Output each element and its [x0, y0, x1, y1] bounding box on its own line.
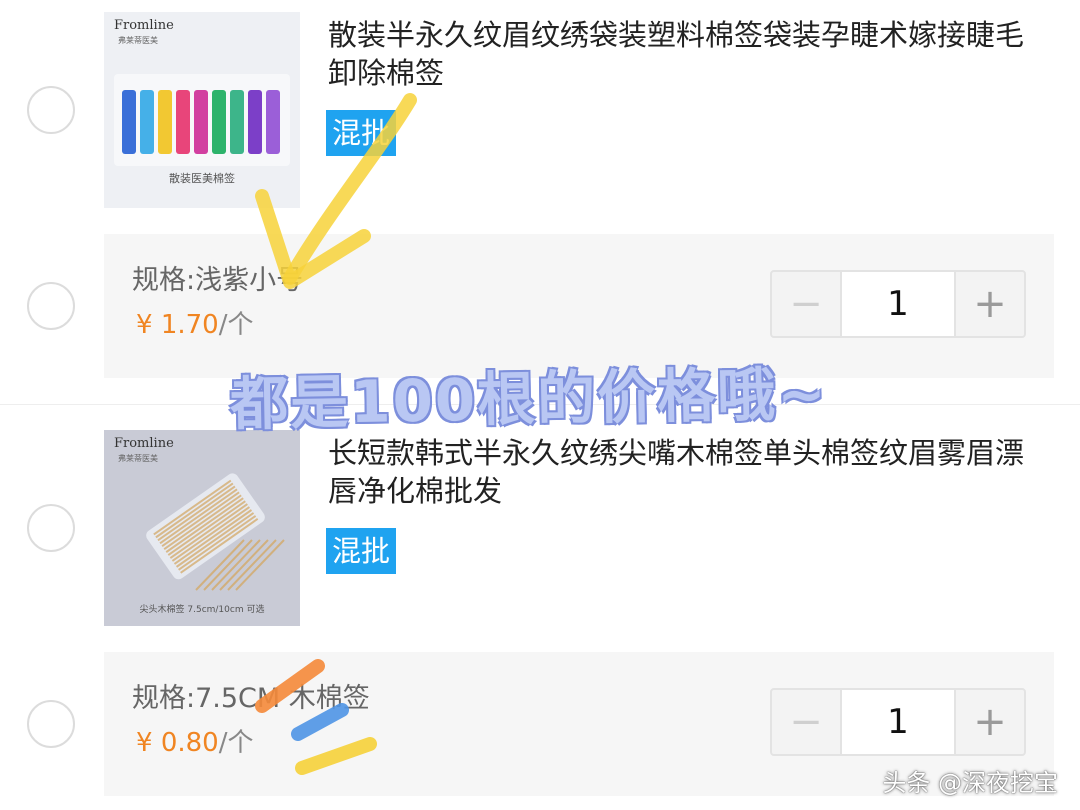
- product-1-title[interactable]: 散装半永久纹眉纹绣袋装塑料棉签袋装孕睫术嫁接睫毛卸除棉签: [328, 16, 1048, 92]
- select-spec-2-radio[interactable]: [27, 700, 75, 748]
- swab-bundle: [158, 90, 172, 154]
- unit-price: ¥ 0.80/个: [136, 722, 253, 759]
- thumb-caption: 散装医美棉签: [169, 172, 235, 185]
- quantity-stepper: − 1 +: [770, 688, 1026, 756]
- swab-bundle: [230, 90, 244, 154]
- swab-bundle: [212, 90, 226, 154]
- spec-label[interactable]: 规格:浅紫小号: [132, 258, 303, 297]
- price-unit: /个: [218, 728, 254, 758]
- thumb-caption: 尖头木棉签 7.5cm/10cm 可选: [139, 605, 265, 615]
- decrease-quantity-button[interactable]: −: [772, 690, 840, 754]
- product-2-title[interactable]: 长短款韩式半永久纹绣尖嘴木棉签单头棉签纹眉雾眉漂唇净化棉批发: [328, 434, 1048, 510]
- swab-bundle: [248, 90, 262, 154]
- price-symbol: ¥: [136, 310, 153, 340]
- increase-quantity-button[interactable]: +: [956, 690, 1024, 754]
- quantity-input[interactable]: 1: [840, 272, 956, 336]
- product-2-thumbnail[interactable]: Fromline 弗莱蒂医美 尖头木棉签 7.5cm/10cm 可选: [104, 430, 300, 626]
- swab-bundle: [122, 90, 136, 154]
- select-spec-1-radio[interactable]: [27, 282, 75, 330]
- price-value: 1.70: [160, 310, 219, 340]
- quantity-stepper: − 1 +: [770, 270, 1026, 338]
- watermark: 头条 @深夜挖宝: [882, 769, 1058, 797]
- price-symbol: ¥: [136, 728, 153, 758]
- increase-quantity-button[interactable]: +: [956, 272, 1024, 336]
- swab-bundle: [140, 90, 154, 154]
- mixed-batch-tag: 混批: [326, 110, 397, 156]
- decrease-quantity-button[interactable]: −: [772, 272, 840, 336]
- wooden-swabs-image: [146, 473, 285, 591]
- product-1-thumbnail[interactable]: Fromline 弗莱蒂医美 散装医美棉签: [104, 12, 300, 208]
- swab-bundle: [176, 90, 190, 154]
- select-product-2-radio[interactable]: [27, 504, 75, 552]
- select-product-1-radio[interactable]: [27, 86, 75, 134]
- unit-price: ¥ 1.70/个: [136, 304, 253, 341]
- swab-bundle: [194, 90, 208, 154]
- price-unit: /个: [218, 310, 254, 340]
- quantity-input[interactable]: 1: [840, 690, 956, 754]
- spec-label[interactable]: 规格:7.5CM 木棉签: [132, 676, 370, 715]
- mixed-batch-tag: 混批: [326, 528, 397, 574]
- price-value: 0.80: [160, 728, 219, 758]
- handwritten-note: 都是100根的价格哦~: [229, 359, 829, 439]
- swab-bundle: [266, 90, 280, 154]
